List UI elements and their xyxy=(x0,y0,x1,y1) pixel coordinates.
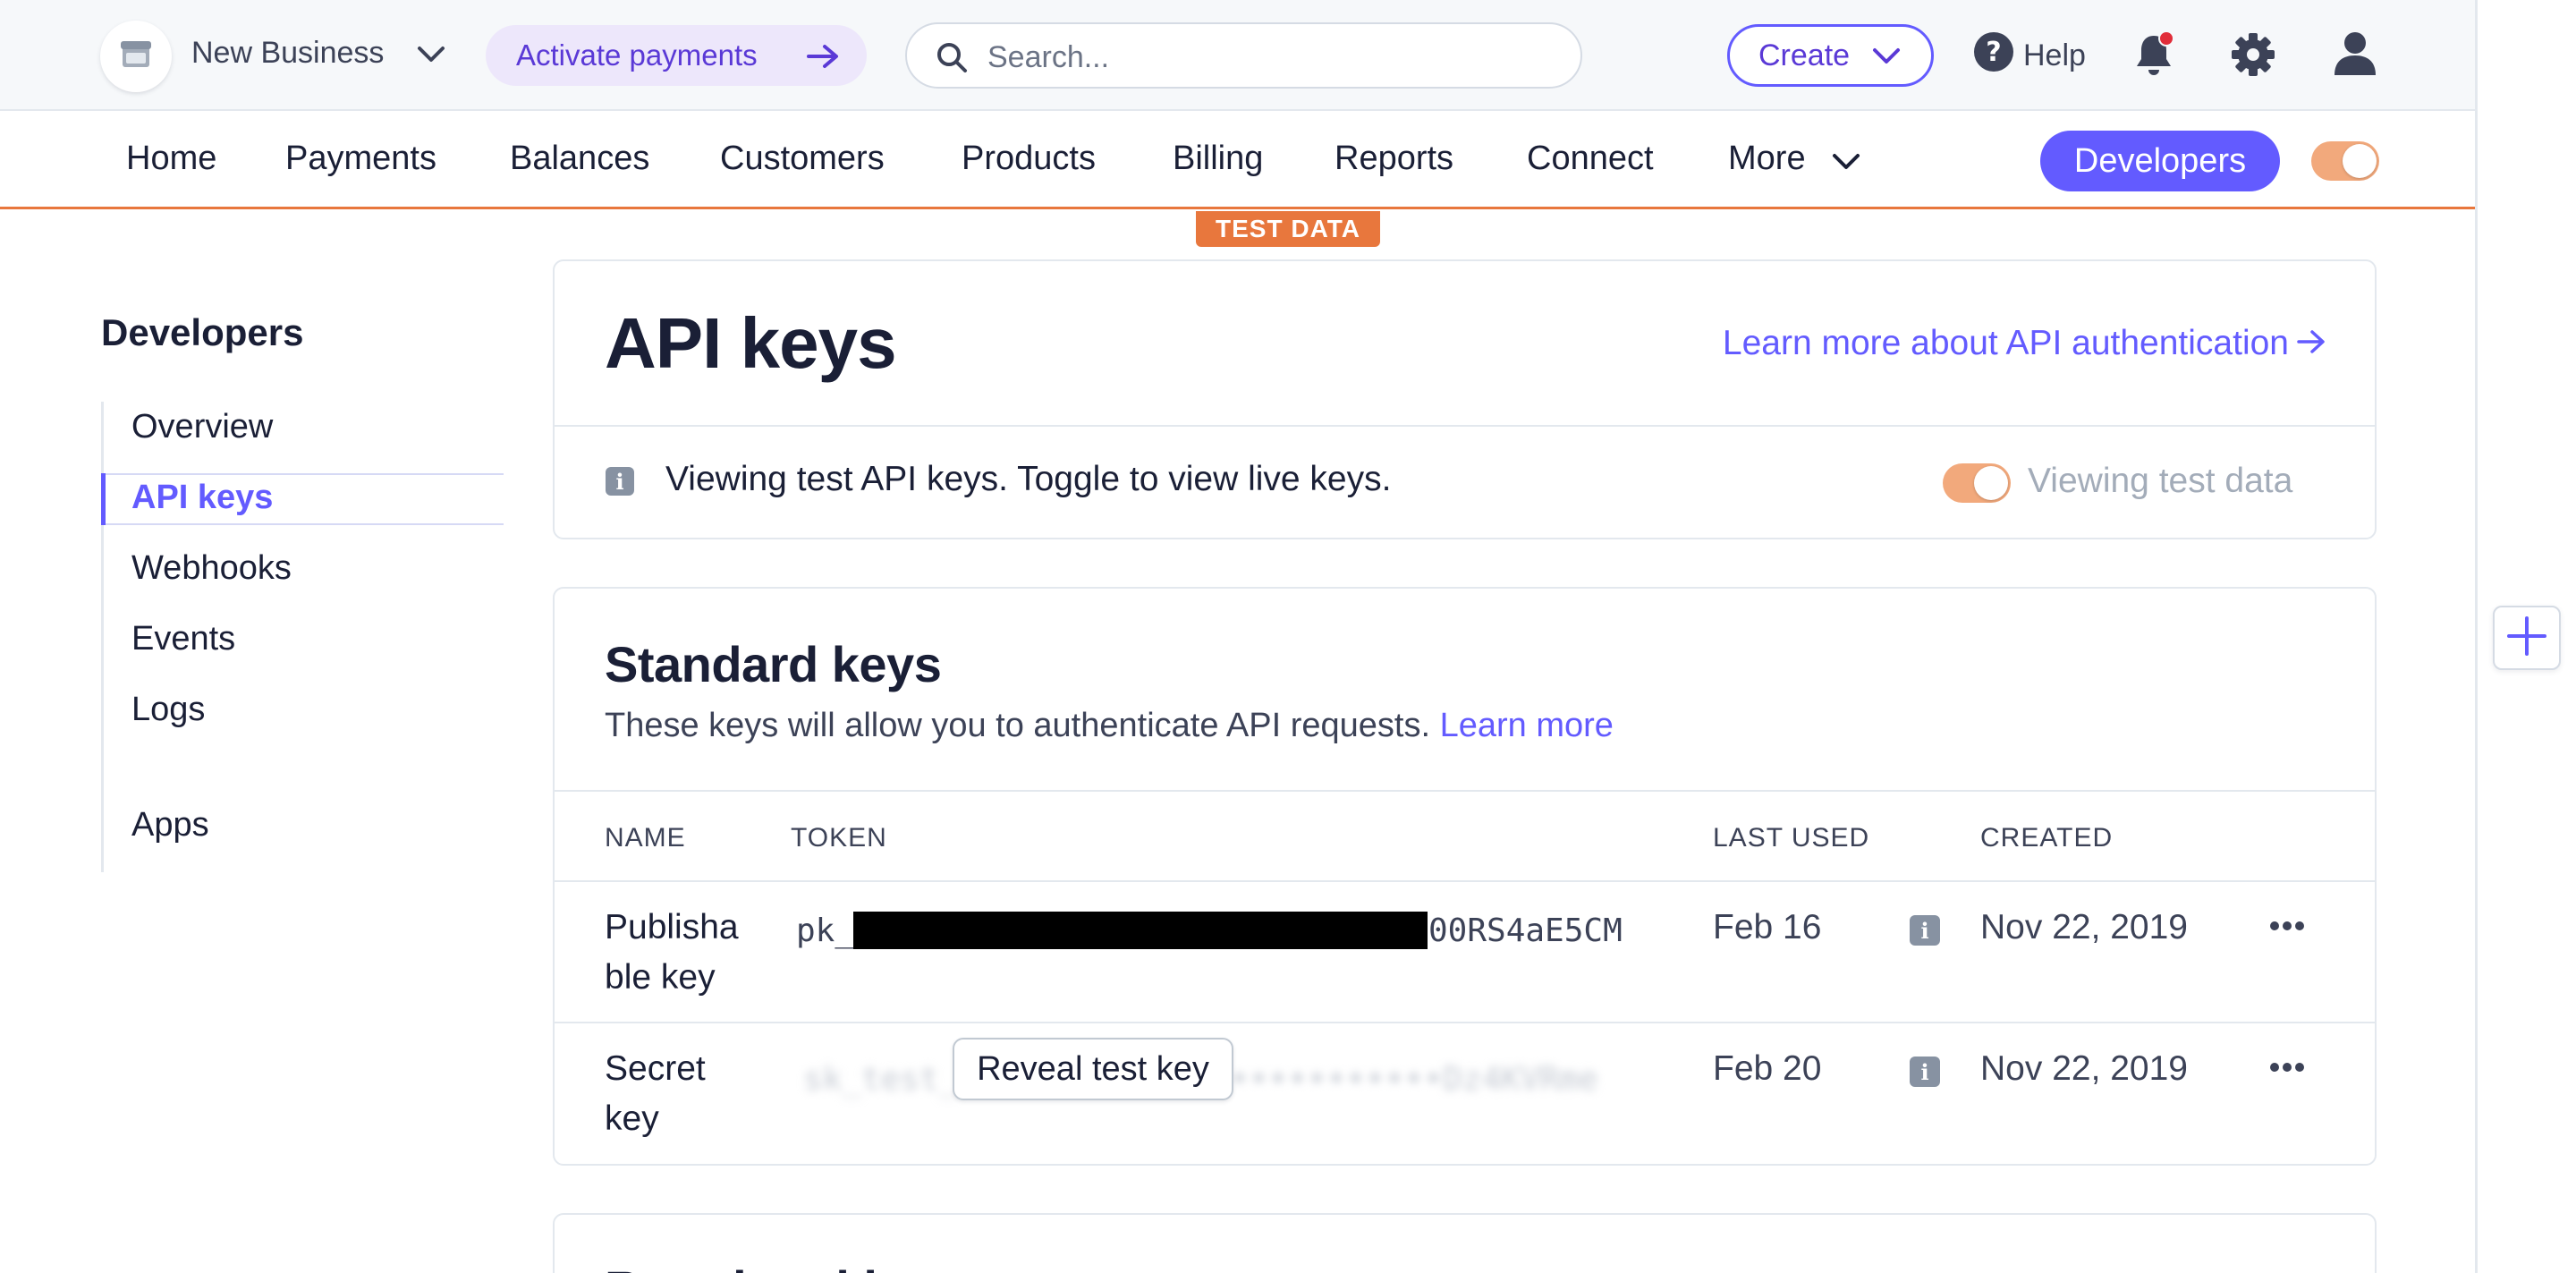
search-input[interactable] xyxy=(987,40,1524,75)
view-test-data-toggle[interactable] xyxy=(1943,463,2011,503)
plus-icon xyxy=(2505,615,2548,662)
chevron-down-icon[interactable] xyxy=(417,45,445,69)
key-name-secret: Secret key xyxy=(605,1044,706,1144)
last-used-value: Feb 16 xyxy=(1713,908,1822,946)
column-header-name: NAME xyxy=(605,823,686,853)
card-divider xyxy=(555,790,2375,792)
nav-customers[interactable]: Customers xyxy=(720,140,885,178)
sidebar-item-apps[interactable]: Apps xyxy=(131,806,209,844)
sidebar-active-indicator xyxy=(101,473,106,525)
nav-balances[interactable]: Balances xyxy=(510,140,649,178)
key-name-line: Secret xyxy=(605,1049,706,1088)
user-icon[interactable] xyxy=(2333,30,2377,81)
column-header-token: TOKEN xyxy=(791,823,887,853)
sidebar-item-webhooks[interactable]: Webhooks xyxy=(131,549,292,588)
key-name-line: Publisha xyxy=(605,908,739,946)
help-label: Help xyxy=(2023,38,2086,72)
publishable-token-prefix[interactable]: pk_ xyxy=(796,912,854,949)
key-name-line: ble key xyxy=(605,958,716,997)
page-title: API keys xyxy=(605,303,897,383)
publishable-token-suffix[interactable]: 00RS4aE5CM xyxy=(1428,912,1623,949)
nav-connect[interactable]: Connect xyxy=(1527,140,1654,178)
standard-keys-card: Standard keys These keys will allow you … xyxy=(553,587,2377,1166)
sidebar-item-events[interactable]: Events xyxy=(131,620,235,658)
key-name-line: key xyxy=(605,1099,659,1138)
activate-payments-label: Activate payments xyxy=(516,38,758,72)
column-header-last-used: LAST USED xyxy=(1713,823,1870,853)
svg-text:?: ? xyxy=(1986,37,2001,68)
restricted-keys-card: Restricted keys xyxy=(553,1213,2377,1273)
restricted-keys-title: Restricted keys xyxy=(605,1260,975,1273)
top-bar: New Business Activate payments Create ? … xyxy=(0,0,2475,111)
nav-payments[interactable]: Payments xyxy=(285,140,436,178)
card-divider xyxy=(555,425,2375,427)
sidebar-item-api-keys[interactable]: API keys xyxy=(131,479,273,517)
created-value: Nov 22, 2019 xyxy=(1980,908,2189,946)
test-keys-banner-text: Viewing test API keys. Toggle to view li… xyxy=(665,460,1392,498)
test-mode-toggle[interactable] xyxy=(2311,141,2379,181)
help-button[interactable]: ? Help xyxy=(1973,31,2086,81)
arrow-right-icon xyxy=(2296,324,2326,363)
nav-billing[interactable]: Billing xyxy=(1173,140,1263,178)
nav-home[interactable]: Home xyxy=(126,140,216,178)
key-name-publishable: Publisha ble key xyxy=(605,903,739,1003)
column-header-created: CREATED xyxy=(1980,823,2114,853)
table-header-divider xyxy=(555,880,2375,882)
nav-products[interactable]: Products xyxy=(962,140,1096,178)
table-row-divider xyxy=(555,1022,2375,1023)
business-name[interactable]: New Business xyxy=(191,36,384,71)
nav-more-label: More xyxy=(1728,140,1806,177)
more-horizontal-icon[interactable] xyxy=(2269,920,2305,936)
standard-keys-title: Standard keys xyxy=(605,636,942,692)
api-keys-header-card: API keys Learn more about API authentica… xyxy=(553,259,2377,539)
learn-more-auth-link[interactable]: Learn more about API authentication xyxy=(1723,324,2326,363)
standard-keys-subtitle-text: These keys will allow you to authenticat… xyxy=(605,707,1431,744)
info-icon: i xyxy=(606,467,634,496)
help-icon: ? xyxy=(1973,31,2014,81)
sidebar-item-overview[interactable]: Overview xyxy=(131,408,273,446)
learn-more-link[interactable]: Learn more xyxy=(1440,707,1614,744)
add-panel-button[interactable] xyxy=(2493,606,2561,670)
info-icon[interactable]: i xyxy=(1910,1057,1940,1087)
gear-icon[interactable] xyxy=(2231,32,2275,81)
standard-keys-subtitle: These keys will allow you to authenticat… xyxy=(605,707,1614,745)
nav-reports[interactable]: Reports xyxy=(1335,140,1453,178)
create-button[interactable]: Create xyxy=(1727,24,1934,87)
token-redaction xyxy=(853,912,1428,949)
nav-more[interactable]: More xyxy=(1728,140,1860,178)
learn-more-auth-label: Learn more about API authentication xyxy=(1722,324,2289,362)
developers-button[interactable]: Developers xyxy=(2040,131,2280,191)
view-test-data-label: Viewing test data xyxy=(2028,462,2293,500)
info-icon[interactable]: i xyxy=(1910,915,1940,946)
main-nav: Home Payments Balances Customers Product… xyxy=(0,113,2475,209)
create-label: Create xyxy=(1758,38,1851,72)
sidebar-item-logs[interactable]: Logs xyxy=(131,691,205,729)
created-value: Nov 22, 2019 xyxy=(1980,1049,2189,1088)
more-horizontal-icon[interactable] xyxy=(2269,1061,2305,1077)
account-switcher-button[interactable] xyxy=(100,21,172,92)
activate-payments-button[interactable]: Activate payments xyxy=(486,25,867,86)
last-used-value: Feb 20 xyxy=(1713,1049,1822,1088)
bell-icon[interactable] xyxy=(2134,30,2175,81)
page-edge-divider xyxy=(2475,0,2478,1273)
reveal-test-key-button[interactable]: Reveal test key xyxy=(953,1038,1233,1100)
store-icon xyxy=(118,37,154,77)
search-bar[interactable] xyxy=(905,22,1582,89)
sidebar-rail xyxy=(101,402,104,872)
sidebar-title: Developers xyxy=(101,311,304,353)
test-data-badge: TEST DATA xyxy=(1196,211,1380,247)
